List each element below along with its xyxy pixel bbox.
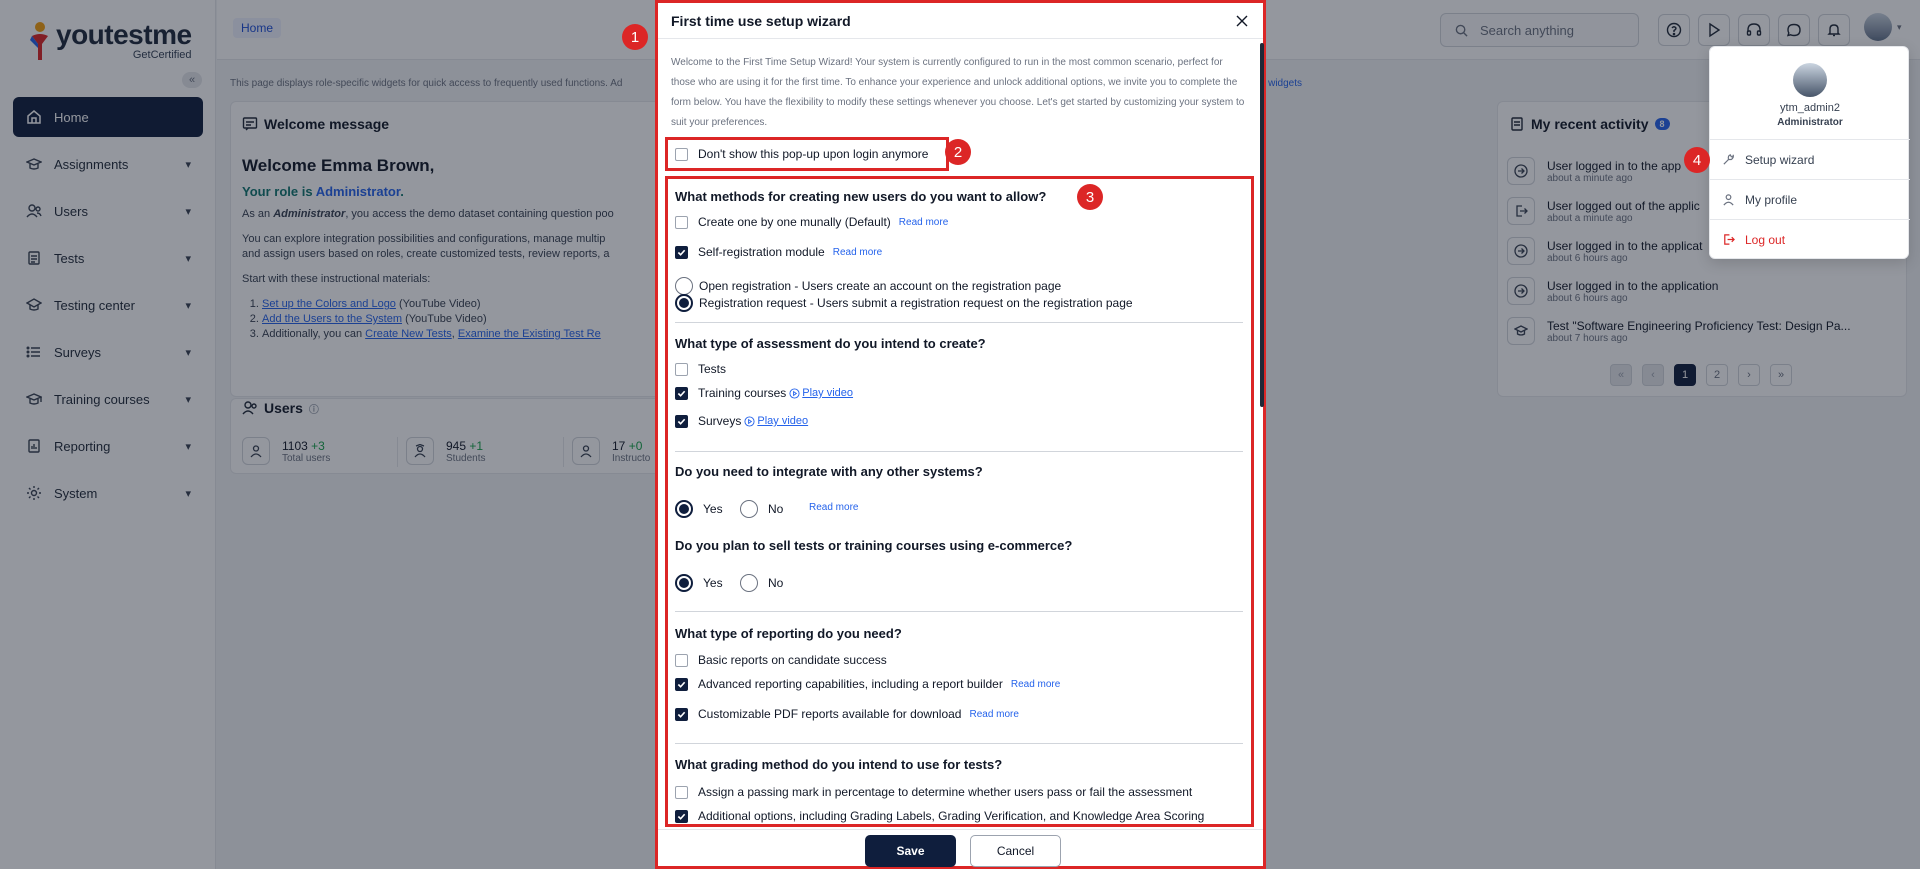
setup-wizard-modal: First time use setup wizard Welcome to t… xyxy=(655,0,1266,869)
close-button[interactable] xyxy=(1233,12,1251,30)
step-marker-1: 1 xyxy=(622,24,648,50)
question-title: Do you plan to sell tests or training co… xyxy=(675,538,1073,553)
question-title: What type of reporting do you need? xyxy=(675,626,902,641)
radio-ecommerce-yes[interactable]: Yes xyxy=(675,574,723,592)
checkbox[interactable] xyxy=(675,653,688,667)
avatar xyxy=(1793,63,1827,97)
radio-button[interactable] xyxy=(740,500,758,518)
divider xyxy=(675,743,1243,744)
radio-registration-request[interactable]: Registration request - Users submit a re… xyxy=(675,294,1133,312)
read-more-link[interactable]: Read more xyxy=(809,502,858,513)
radio-button-selected[interactable] xyxy=(675,574,693,592)
play-video-link[interactable]: Play video xyxy=(744,415,808,427)
checkbox[interactable] xyxy=(675,147,688,161)
checkbox-checked[interactable] xyxy=(675,414,688,428)
option-tests[interactable]: Tests xyxy=(675,362,726,376)
radio-integrate-yes[interactable]: Yes xyxy=(675,500,723,518)
checkbox-checked[interactable] xyxy=(675,677,688,691)
checkbox-checked[interactable] xyxy=(675,707,688,721)
setup-wizard-menu-item[interactable]: Setup wizard xyxy=(1710,139,1910,179)
modal-header: First time use setup wizard xyxy=(658,3,1263,39)
radio-open-registration[interactable]: Open registration - Users create an acco… xyxy=(675,277,1061,295)
logout-icon xyxy=(1724,234,1735,245)
user-role: Administrator xyxy=(1777,117,1843,128)
divider xyxy=(675,611,1243,612)
question-title: Do you need to integrate with any other … xyxy=(675,464,983,479)
question-title: What type of assessment do you intend to… xyxy=(675,336,986,351)
step-marker-2: 2 xyxy=(945,139,971,165)
checkbox-checked[interactable] xyxy=(675,245,688,259)
user-menu: ytm_admin2 Administrator Setup wizard My… xyxy=(1709,46,1910,259)
read-more-link[interactable]: Read more xyxy=(899,217,948,228)
checkbox[interactable] xyxy=(675,215,688,229)
user-icon xyxy=(1723,194,1734,206)
divider xyxy=(675,451,1243,452)
modal-scrollbar[interactable] xyxy=(1260,43,1264,407)
radio-button[interactable] xyxy=(740,574,758,592)
cancel-button[interactable]: Cancel xyxy=(970,835,1061,867)
checkbox[interactable] xyxy=(675,362,688,376)
my-profile-menu-item[interactable]: My profile xyxy=(1710,179,1910,219)
step-marker-4: 4 xyxy=(1684,147,1710,173)
checkbox-checked[interactable] xyxy=(675,809,688,823)
question-title: What methods for creating new users do y… xyxy=(675,189,1047,204)
option-surveys[interactable]: Surveys Play video xyxy=(675,414,808,428)
play-circle-icon xyxy=(789,387,800,399)
username: ytm_admin2 xyxy=(1780,102,1840,114)
save-button[interactable]: Save xyxy=(865,835,956,867)
option-self-registration[interactable]: Self-registration module Read more xyxy=(675,245,882,259)
read-more-link[interactable]: Read more xyxy=(833,247,882,258)
radio-button-selected[interactable] xyxy=(675,294,693,312)
step-marker-3: 3 xyxy=(1077,184,1103,210)
checkbox[interactable] xyxy=(675,785,688,799)
wrench-icon xyxy=(1723,154,1734,165)
logout-menu-item[interactable]: Log out xyxy=(1710,219,1910,259)
read-more-link[interactable]: Read more xyxy=(969,709,1018,720)
radio-ecommerce-no[interactable]: No xyxy=(740,574,783,592)
option-pdf-reports[interactable]: Customizable PDF reports available for d… xyxy=(675,707,1019,721)
play-circle-icon xyxy=(744,415,755,427)
read-more-link[interactable]: Read more xyxy=(1011,679,1060,690)
option-passing-mark[interactable]: Assign a passing mark in percentage to d… xyxy=(675,785,1192,799)
option-grading-labels[interactable]: Additional options, including Grading La… xyxy=(675,809,1204,823)
radio-button[interactable] xyxy=(675,277,693,295)
wizard-questions: What methods for creating new users do y… xyxy=(665,176,1254,827)
question-title: What grading method do you intend to use… xyxy=(675,757,1003,772)
close-icon xyxy=(1236,15,1248,27)
radio-button-selected[interactable] xyxy=(675,500,693,518)
divider xyxy=(675,322,1243,323)
wizard-intro: Welcome to the First Time Setup Wizard! … xyxy=(671,57,1245,128)
option-create-manually[interactable]: Create one by one munally (Default) Read … xyxy=(675,215,948,229)
radio-integrate-no[interactable]: No xyxy=(740,500,783,518)
modal-footer: Save Cancel xyxy=(658,829,1263,869)
option-advanced-reporting[interactable]: Advanced reporting capabilities, includi… xyxy=(675,677,1060,691)
option-training-courses[interactable]: Training courses Play video xyxy=(675,386,853,400)
play-video-link[interactable]: Play video xyxy=(789,387,853,399)
dont-show-again-checkbox[interactable]: Don't show this pop-up upon login anymor… xyxy=(665,137,949,171)
modal-title: First time use setup wizard xyxy=(671,13,851,29)
option-basic-reports[interactable]: Basic reports on candidate success xyxy=(675,653,887,667)
checkbox-checked[interactable] xyxy=(675,386,688,400)
